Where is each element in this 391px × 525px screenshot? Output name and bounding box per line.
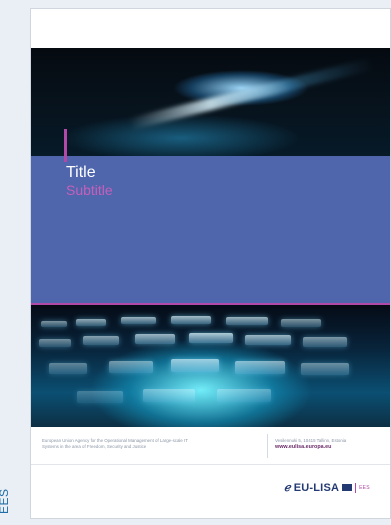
eu-lisa-logo-text: EU-LISA [293, 481, 340, 494]
keyboard-key [109, 361, 153, 373]
logo-suffix: EES [359, 484, 370, 491]
keyboard-key [121, 317, 156, 324]
keyboard-illustration [31, 305, 390, 427]
keyboard-key [245, 335, 291, 345]
document-cover: Title Subtitle European Union Agency for… [30, 8, 391, 519]
hero-image-top [31, 48, 390, 156]
eu-flag-icon [342, 484, 353, 491]
eu-lisa-logo-mark: ℯ [284, 482, 291, 494]
keyboard-key [189, 333, 233, 343]
keyboard-key [77, 391, 123, 403]
agency-address: Vesilennuki 5, 10415 Tallinn, Estonia [275, 438, 347, 443]
keyboard-key [41, 321, 67, 327]
keyboard-key [217, 389, 271, 402]
keyboard-key [39, 339, 71, 347]
keyboard-key [76, 319, 106, 326]
keyboard-key [226, 317, 268, 325]
keyboard-key [135, 334, 175, 344]
keyboard-key [301, 363, 349, 375]
keyboard-key [281, 319, 321, 327]
agency-description: European Union Agency for the Operationa… [42, 438, 188, 449]
footer-rule [31, 464, 390, 465]
hero-image-bottom [31, 305, 390, 427]
keyboard-key [49, 363, 87, 374]
keyboard-key [143, 389, 195, 402]
page-canvas: EES Title Subtitle European Union Agency… [0, 0, 391, 525]
side-label: EES [0, 488, 11, 514]
document-title: Title [66, 164, 96, 181]
keyboard-key [235, 361, 285, 374]
keyboard-key [303, 337, 347, 347]
keyboard-key [171, 359, 219, 372]
footer-separator [267, 434, 268, 458]
keyboard-key [83, 336, 119, 345]
document-subtitle: Subtitle [66, 182, 113, 198]
hero-light-streak [128, 57, 374, 131]
keyboard-key [171, 316, 211, 324]
logo-divider [355, 482, 357, 493]
agency-website-link[interactable]: www.eulisa.europa.eu [275, 444, 331, 450]
eu-lisa-logo: ℯ EU-LISA EES [284, 481, 370, 495]
title-accent-bar [64, 129, 67, 162]
